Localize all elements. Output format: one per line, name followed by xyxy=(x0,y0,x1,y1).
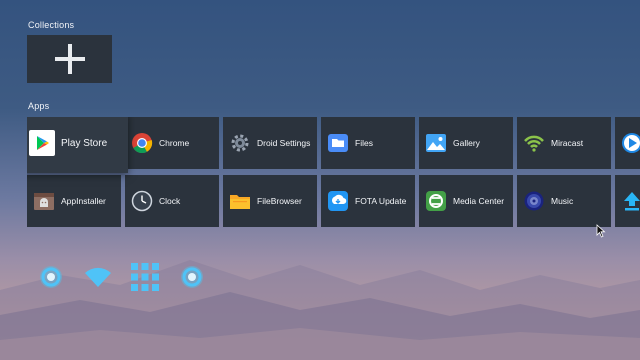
app-tile-media-center[interactable]: Media Center xyxy=(419,175,513,227)
mountain-backdrop xyxy=(0,260,640,360)
music-icon xyxy=(523,190,545,212)
app-label: Miracast xyxy=(551,138,584,148)
apps-grid: Play Store Chrome Droid Settings Files G… xyxy=(27,117,640,228)
ethernet-status-icon[interactable] xyxy=(36,262,66,292)
app-label: Chrome xyxy=(159,138,190,148)
clock-icon xyxy=(131,190,153,212)
app-tile-gallery[interactable]: Gallery xyxy=(419,117,513,169)
wifi-icon[interactable] xyxy=(83,262,113,292)
apps-heading: Apps xyxy=(28,101,50,111)
app-label: Media Center xyxy=(453,196,505,206)
apps-grid-icon[interactable] xyxy=(130,262,160,292)
app-label: Gallery xyxy=(453,138,480,148)
miracast-icon xyxy=(523,132,545,154)
app-tile-play-store[interactable]: Play Store xyxy=(27,117,128,173)
app-tile-media-player[interactable] xyxy=(615,117,640,169)
mouse-cursor-icon xyxy=(596,224,606,238)
app-label: Play Store xyxy=(61,137,108,149)
add-collection-button[interactable] xyxy=(27,35,112,83)
plus-icon xyxy=(54,44,85,74)
app-label: Clock xyxy=(159,196,181,206)
app-tile-miracast[interactable]: Miracast xyxy=(517,117,611,169)
app-label: FileBrowser xyxy=(257,196,302,206)
media-center-icon xyxy=(425,190,447,212)
app-label: AppInstaller xyxy=(61,196,106,206)
app-label: Droid Settings xyxy=(257,138,311,148)
app-tile-appinstaller[interactable]: AppInstaller xyxy=(27,175,121,227)
app-tile-upload[interactable] xyxy=(615,175,640,227)
gallery-icon xyxy=(425,132,447,154)
app-tile-clock[interactable]: Clock xyxy=(125,175,219,227)
file-browser-icon xyxy=(229,190,251,212)
app-label: Files xyxy=(355,138,373,148)
gear-icon xyxy=(229,132,251,154)
app-installer-icon xyxy=(33,190,55,212)
app-tile-fota-update[interactable]: FOTA Update xyxy=(321,175,415,227)
app-label: Music xyxy=(551,196,574,206)
app-label: FOTA Update xyxy=(355,196,407,206)
settings-status-icon[interactable] xyxy=(177,262,207,292)
play-store-icon xyxy=(29,130,55,156)
media-player-icon xyxy=(621,132,640,154)
app-tile-filebrowser[interactable]: FileBrowser xyxy=(223,175,317,227)
folder-icon xyxy=(327,132,349,154)
chrome-icon xyxy=(131,132,153,154)
upload-icon xyxy=(621,190,640,212)
collections-heading: Collections xyxy=(28,20,75,30)
fota-update-icon xyxy=(327,190,349,212)
app-tile-music[interactable]: Music xyxy=(517,175,611,227)
app-tile-chrome[interactable]: Chrome xyxy=(125,117,219,169)
app-tile-droid-settings[interactable]: Droid Settings xyxy=(223,117,317,169)
app-tile-files[interactable]: Files xyxy=(321,117,415,169)
